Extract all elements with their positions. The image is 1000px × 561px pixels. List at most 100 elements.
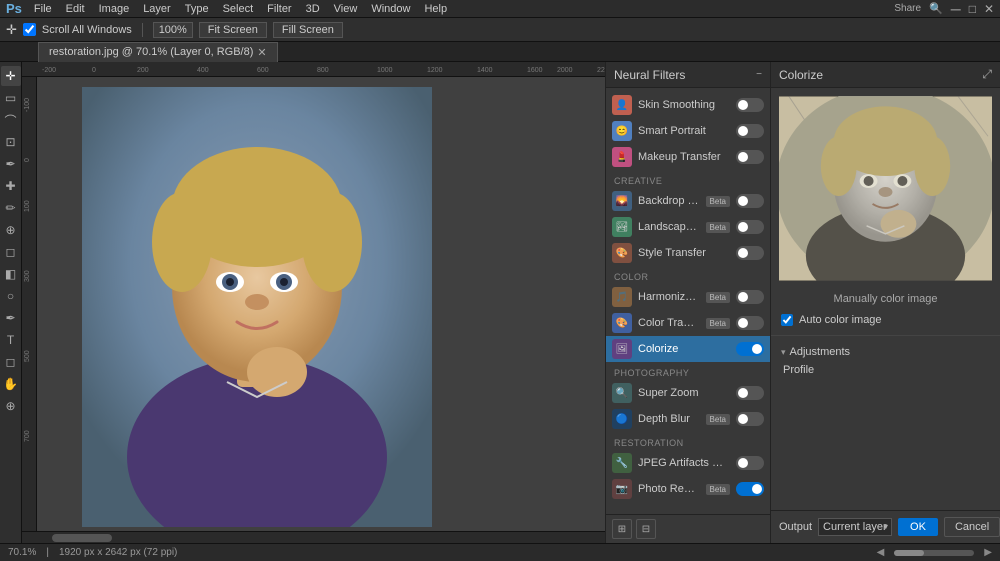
type-tool[interactable]: T — [1, 330, 21, 350]
filter-colorize[interactable]: 🖼 Colorize — [606, 336, 770, 362]
move-tool[interactable]: ✛ — [1, 66, 21, 86]
stamp-tool[interactable]: ⊕ — [1, 220, 21, 240]
filter-depth-blur[interactable]: 🔵 Depth Blur Beta — [606, 406, 770, 432]
layers-icon[interactable]: ⊞ — [612, 519, 632, 539]
search-icon[interactable]: 🔍 — [929, 2, 943, 15]
tab-filename: restoration.jpg @ 70.1% (Layer 0, RGB/8) — [49, 46, 253, 58]
menu-file[interactable]: File — [28, 2, 58, 16]
menu-view[interactable]: View — [328, 2, 364, 16]
cancel-button[interactable]: Cancel — [944, 517, 1000, 537]
maximize-btn[interactable]: □ — [969, 2, 976, 16]
scroll-indicator[interactable]: ◀ — [877, 547, 885, 558]
svg-text:100: 100 — [24, 200, 31, 212]
smart-portrait-toggle[interactable] — [736, 124, 764, 138]
lasso-tool[interactable]: ⌒ — [1, 110, 21, 130]
menu-type[interactable]: Type — [179, 2, 215, 16]
adjustments-label: Adjustments — [790, 346, 851, 358]
color-section-label: COLOR — [606, 266, 770, 284]
neural-panel-collapse[interactable]: − — [756, 69, 762, 80]
colorize-panel: Colorize ⤢ — [770, 62, 1000, 543]
svg-text:400: 400 — [197, 67, 209, 74]
menu-edit[interactable]: Edit — [60, 2, 91, 16]
skin-smoothing-label: Skin Smoothing — [638, 99, 730, 111]
menu-image[interactable]: Image — [93, 2, 136, 16]
gradient-tool[interactable]: ◧ — [1, 264, 21, 284]
depth-blur-toggle[interactable] — [736, 412, 764, 426]
ps-logo: Ps — [6, 1, 22, 16]
menu-filter[interactable]: Filter — [261, 2, 297, 16]
photo-restoration-toggle[interactable] — [736, 482, 764, 496]
hand-tool[interactable]: ✋ — [1, 374, 21, 394]
pen-tool[interactable]: ✒ — [1, 308, 21, 328]
output-select[interactable]: Current layer New layer Smart object — [818, 518, 892, 536]
menu-select[interactable]: Select — [217, 2, 260, 16]
zoom-tool[interactable]: ⊕ — [1, 396, 21, 416]
filter-jpeg-artifacts[interactable]: 🔧 JPEG Artifacts Removal — [606, 450, 770, 476]
makeup-transfer-toggle[interactable] — [736, 150, 764, 164]
zoom-input[interactable] — [153, 22, 193, 38]
scroll-all-windows-checkbox[interactable] — [23, 23, 36, 36]
zoom-level: 70.1% — [8, 547, 36, 558]
document-tab[interactable]: restoration.jpg @ 70.1% (Layer 0, RGB/8)… — [38, 42, 278, 62]
colorize-expand-icon[interactable]: ⤢ — [982, 67, 992, 82]
svg-text:1200: 1200 — [427, 67, 443, 74]
stack-icon[interactable]: ⊟ — [636, 519, 656, 539]
ok-button[interactable]: OK — [898, 518, 938, 536]
smart-portrait-icon: 😊 — [612, 121, 632, 141]
harmonization-label: Harmonization — [638, 291, 700, 303]
tab-modified: ✕ — [257, 46, 266, 59]
adjustments-section[interactable]: ▾ Adjustments — [771, 342, 1000, 362]
fill-screen-button[interactable]: Fill Screen — [273, 22, 343, 38]
marquee-tool[interactable]: ▭ — [1, 88, 21, 108]
photo-restoration-icon: 📷 — [612, 479, 632, 499]
super-zoom-toggle[interactable] — [736, 386, 764, 400]
filter-super-zoom[interactable]: 🔍 Super Zoom — [606, 380, 770, 406]
dodge-tool[interactable]: ○ — [1, 286, 21, 306]
profile-row: Profile — [771, 362, 1000, 378]
healing-tool[interactable]: ✚ — [1, 176, 21, 196]
canvas-scrollbar[interactable] — [22, 531, 605, 543]
skin-smoothing-toggle[interactable] — [736, 98, 764, 112]
style-transfer-toggle[interactable] — [736, 246, 764, 260]
colorize-icon: 🖼 — [612, 339, 632, 359]
landscape-toggle[interactable] — [736, 220, 764, 234]
profile-label: Profile — [783, 364, 814, 376]
filter-color-transfer[interactable]: 🎨 Color Transfer Beta — [606, 310, 770, 336]
eraser-tool[interactable]: ◻ — [1, 242, 21, 262]
canvas-area: -200 0 200 400 600 800 1000 1200 1400 16… — [22, 62, 605, 543]
shape-tool[interactable]: ◻ — [1, 352, 21, 372]
eyedropper-tool[interactable]: ✒ — [1, 154, 21, 174]
auto-color-label: Auto color image — [799, 314, 882, 326]
menu-layer[interactable]: Layer — [137, 2, 177, 16]
filter-backdrop[interactable]: 🌄 Backdrop Crea... Beta — [606, 188, 770, 214]
color-transfer-toggle[interactable] — [736, 316, 764, 330]
close-btn[interactable]: ✕ — [984, 2, 994, 16]
photo-restoration-label: Photo Restorat... — [638, 483, 700, 495]
menu-3d[interactable]: 3D — [300, 2, 326, 16]
filter-skin-smoothing[interactable]: 👤 Skin Smoothing — [606, 92, 770, 118]
colorize-toggle[interactable] — [736, 342, 764, 356]
fit-screen-button[interactable]: Fit Screen — [199, 22, 267, 38]
filter-style-transfer[interactable]: 🎨 Style Transfer — [606, 240, 770, 266]
jpeg-artifacts-toggle[interactable] — [736, 456, 764, 470]
scroll-all-windows-label: Scroll All Windows — [42, 24, 132, 36]
colorize-panel-header: Colorize ⤢ — [771, 62, 1000, 88]
photo-restoration-badge: Beta — [706, 484, 730, 495]
backdrop-toggle[interactable] — [736, 194, 764, 208]
filter-photo-restoration[interactable]: 📷 Photo Restorat... Beta — [606, 476, 770, 502]
auto-color-checkbox[interactable] — [781, 314, 793, 326]
menu-help[interactable]: Help — [418, 2, 453, 16]
filter-landscape[interactable]: 🏞 Landscape Mi... Beta — [606, 214, 770, 240]
crop-tool[interactable]: ⊡ — [1, 132, 21, 152]
brush-tool[interactable]: ✏ — [1, 198, 21, 218]
minimize-btn[interactable]: ─ — [951, 1, 961, 17]
svg-text:0: 0 — [24, 158, 31, 162]
scroll-right-indicator[interactable]: ▶ — [984, 547, 992, 558]
filter-harmonization[interactable]: 🎵 Harmonization Beta — [606, 284, 770, 310]
filter-smart-portrait[interactable]: 😊 Smart Portrait — [606, 118, 770, 144]
backdrop-label: Backdrop Crea... — [638, 195, 700, 207]
harmonization-toggle[interactable] — [736, 290, 764, 304]
share-icon[interactable]: Share — [894, 3, 921, 14]
menu-window[interactable]: Window — [365, 2, 416, 16]
filter-makeup-transfer[interactable]: 💄 Makeup Transfer — [606, 144, 770, 170]
